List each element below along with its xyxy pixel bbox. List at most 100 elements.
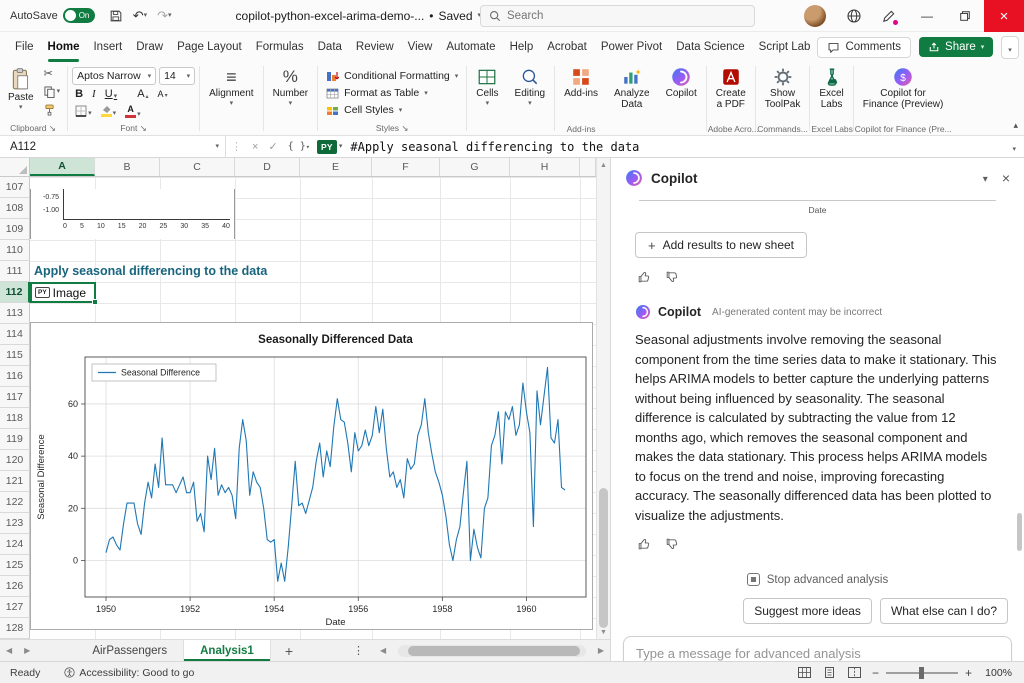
ribbon-tab-formulas[interactable]: Formulas <box>249 32 311 62</box>
row-header-122[interactable]: 122 <box>0 492 30 513</box>
font-color-button[interactable]: A ▾ <box>122 103 144 119</box>
comments-button[interactable]: Comments <box>817 37 911 58</box>
python-badge[interactable]: PY <box>317 140 337 154</box>
minimize-button[interactable]: — <box>908 0 946 32</box>
scroll-up-arrow[interactable]: ▲ <box>597 158 610 172</box>
row-header-128[interactable]: 128 <box>0 618 30 639</box>
pane-close-button[interactable]: × <box>1002 170 1010 186</box>
ribbon-tab-power-pivot[interactable]: Power Pivot <box>594 32 669 62</box>
ribbon-display-options-button[interactable]: ▾ <box>1001 36 1019 59</box>
search-box[interactable] <box>480 5 755 27</box>
grow-font-button[interactable]: A▴ <box>134 87 151 101</box>
pane-scroll-thumb[interactable] <box>1017 513 1022 551</box>
addins-button[interactable]: Add-ins <box>559 65 603 101</box>
ribbon-tab-acrobat[interactable]: Acrobat <box>540 32 594 62</box>
row-header-108[interactable]: 108 <box>0 198 30 219</box>
python-object-button[interactable]: { }▾ <box>283 141 315 152</box>
formula-input[interactable]: #Apply seasonal differencing to the data <box>342 140 1004 154</box>
autosave-toggle[interactable]: On <box>63 8 95 23</box>
normal-view-button[interactable] <box>797 666 812 679</box>
thumbs-up-button[interactable] <box>637 537 651 551</box>
cell-a111-heading[interactable]: Apply seasonal differencing to the data <box>34 261 267 282</box>
row-header-124[interactable]: 124 <box>0 534 30 555</box>
sheet-tab-airpassengers[interactable]: AirPassengers <box>76 640 184 661</box>
ribbon-tab-help[interactable]: Help <box>503 32 541 62</box>
alignment-button[interactable]: ≡ Alignment ▾ <box>204 65 258 109</box>
zoom-level[interactable]: 100% <box>982 667 1012 679</box>
sheet-more-button[interactable]: ⋮ <box>343 644 374 657</box>
column-header-h[interactable]: H <box>510 158 580 176</box>
zoom-out-button[interactable]: − <box>872 666 879 680</box>
borders-button[interactable]: ▾ <box>72 104 95 118</box>
fill-color-button[interactable]: ▾ <box>98 104 120 118</box>
seasonal-difference-chart[interactable]: 1950195219541956195819600204060Seasonall… <box>30 322 593 630</box>
row-header-112[interactable]: 112 <box>0 282 30 303</box>
zoom-in-button[interactable]: + <box>965 666 972 680</box>
copy-button[interactable]: ▾ <box>41 83 64 100</box>
analyze-data-button[interactable]: AnalyzeData <box>609 65 655 112</box>
sheet-tab-analysis1[interactable]: Analysis1 <box>184 640 271 661</box>
underline-button[interactable]: U▾ <box>102 87 120 101</box>
row-header-120[interactable]: 120 <box>0 450 30 471</box>
cells-button[interactable]: Cells ▾ <box>471 65 503 109</box>
shrink-font-button[interactable]: A▾ <box>155 88 171 100</box>
formula-bar-handle[interactable]: ⋮ <box>226 140 247 153</box>
new-sheet-button[interactable]: + <box>271 643 307 659</box>
row-header-116[interactable]: 116 <box>0 366 30 387</box>
sheet-nav-right[interactable]: ▶ <box>18 646 36 655</box>
font-size-select[interactable]: 14▾ <box>159 67 195 85</box>
conditional-formatting-button[interactable]: Conditional Formatting ▾ <box>322 68 462 84</box>
ribbon-tab-draw[interactable]: Draw <box>129 32 170 62</box>
copilot-ribbon-button[interactable]: Copilot <box>661 65 702 101</box>
cancel-entry-button[interactable]: × <box>247 141 263 153</box>
excel-labs-button[interactable]: ExcelLabs <box>814 65 848 112</box>
restore-button[interactable] <box>946 0 984 32</box>
row-header-113[interactable]: 113 <box>0 303 30 324</box>
close-button[interactable]: × <box>984 0 1024 32</box>
search-input[interactable] <box>507 10 727 22</box>
sheet-nav-left[interactable]: ◀ <box>0 646 18 655</box>
horizontal-scrollbar[interactable] <box>398 645 586 657</box>
number-button[interactable]: % Number ▾ <box>268 65 314 109</box>
select-all-corner[interactable] <box>0 158 30 176</box>
ribbon-tab-file[interactable]: File <box>8 32 41 62</box>
thumbs-down-button[interactable] <box>665 537 679 551</box>
page-layout-view-button[interactable] <box>822 666 837 679</box>
copilot-finance-button[interactable]: $ Copilot forFinance (Preview) <box>858 65 949 112</box>
styles-caption[interactable]: Styles ↘ <box>319 123 465 134</box>
ribbon-tab-data[interactable]: Data <box>311 32 349 62</box>
ribbon-tab-view[interactable]: View <box>401 32 440 62</box>
hscroll-left-arrow[interactable]: ◀ <box>374 646 392 655</box>
redo-button[interactable]: ↷▾ <box>153 5 175 27</box>
fill-handle[interactable] <box>92 299 98 305</box>
pane-scrollbar[interactable] <box>1016 198 1023 661</box>
confirm-entry-button[interactable]: ✓ <box>263 140 282 153</box>
hscroll-right-arrow[interactable]: ▶ <box>592 646 610 655</box>
clipboard-caption[interactable]: Clipboard ↘ <box>0 123 66 134</box>
thumbs-down-button[interactable] <box>665 270 679 284</box>
pane-expand-button[interactable]: ▾ <box>983 171 988 185</box>
editing-mode-button[interactable] <box>874 2 902 30</box>
user-avatar[interactable] <box>804 5 826 27</box>
bold-button[interactable]: B <box>72 87 86 101</box>
web-version-button[interactable] <box>840 2 868 30</box>
document-title[interactable]: copilot-python-excel-arima-demo-... • Sa… <box>236 9 482 23</box>
name-box[interactable]: A112 ▾ <box>0 136 226 157</box>
collapse-ribbon-button[interactable]: ▴ <box>1013 120 1018 131</box>
row-header-109[interactable]: 109 <box>0 219 30 240</box>
thumbs-up-button[interactable] <box>637 270 651 284</box>
column-header-a[interactable]: A <box>30 158 95 176</box>
row-header-125[interactable]: 125 <box>0 555 30 576</box>
add-results-button[interactable]: + Add results to new sheet <box>635 232 807 258</box>
row-header-119[interactable]: 119 <box>0 429 30 450</box>
save-button[interactable] <box>105 6 127 26</box>
row-header-110[interactable]: 110 <box>0 240 30 261</box>
share-button[interactable]: Share ▾ <box>919 37 993 57</box>
row-header-126[interactable]: 126 <box>0 576 30 597</box>
row-header-111[interactable]: 111 <box>0 261 30 282</box>
row-header-107[interactable]: 107 <box>0 177 30 198</box>
ribbon-tab-review[interactable]: Review <box>349 32 401 62</box>
column-header-e[interactable]: E <box>300 158 372 176</box>
selected-cell-a112[interactable]: PY Image <box>30 282 96 303</box>
paste-button[interactable]: Paste ▾ <box>3 65 39 113</box>
